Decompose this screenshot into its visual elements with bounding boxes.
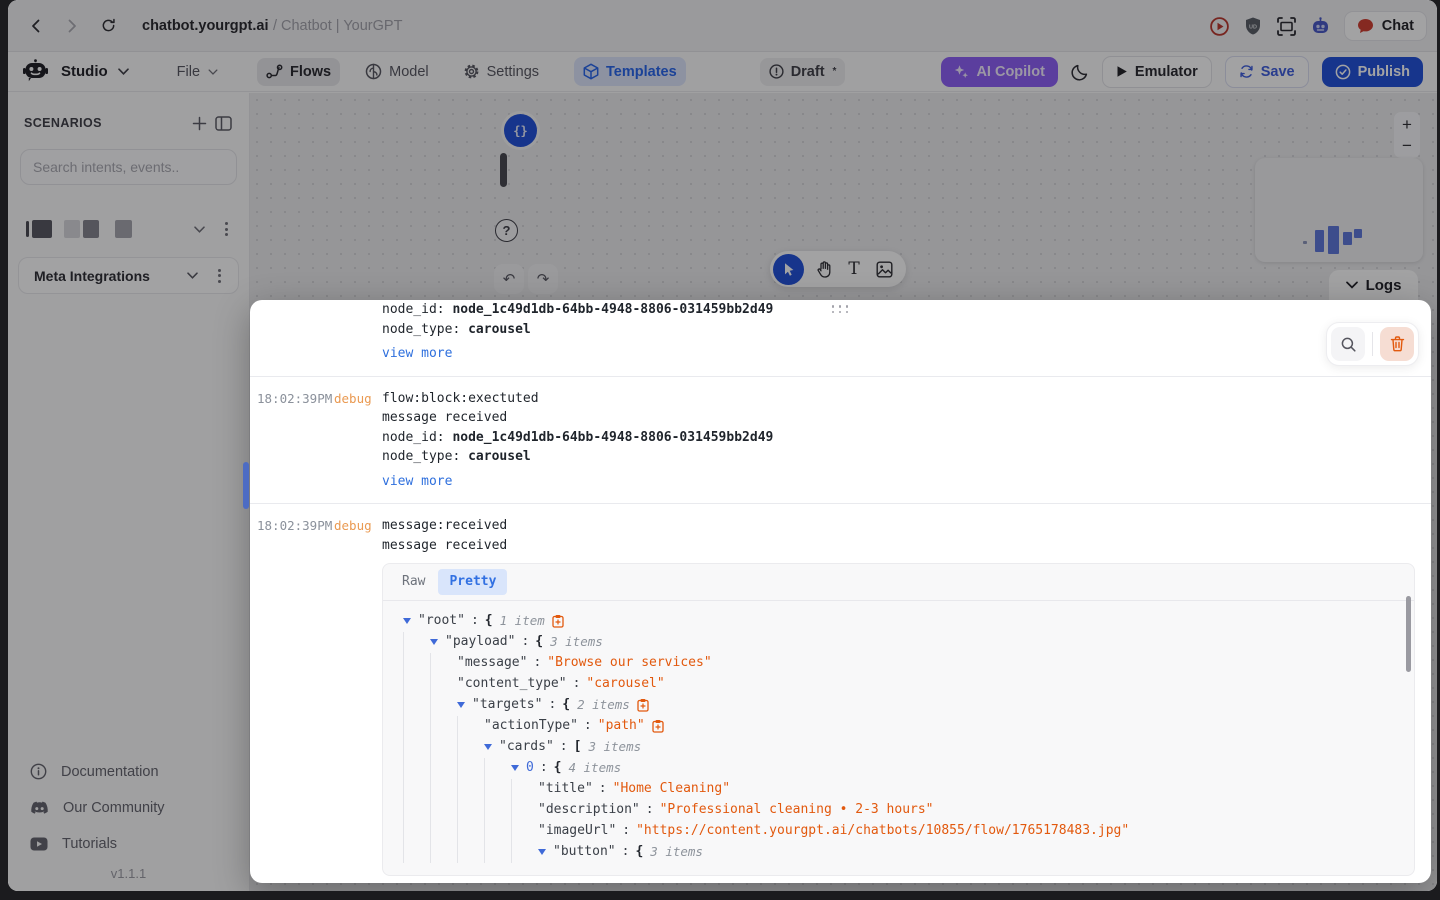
indent-guide xyxy=(403,653,430,674)
tab-raw[interactable]: Raw xyxy=(391,569,436,595)
indent-guide xyxy=(484,821,511,842)
indent-guide xyxy=(457,737,484,758)
indent-guide xyxy=(484,842,511,863)
log-level: debug xyxy=(334,516,382,883)
collapse-arrow-icon[interactable] xyxy=(430,639,438,645)
json-row: "imageUrl":"https://content.yourgpt.ai/c… xyxy=(389,821,1408,842)
log-time: 18:02:39PM xyxy=(250,389,334,492)
indent-guide xyxy=(403,695,430,716)
json-viewer-tabs: Raw Pretty xyxy=(383,564,1414,601)
json-scrollbar[interactable] xyxy=(1406,596,1411,672)
indent-guide xyxy=(484,758,511,779)
json-row[interactable]: "targets":{2 items xyxy=(389,695,1408,716)
indent-guide xyxy=(430,779,457,800)
indent-guide xyxy=(403,779,430,800)
collapse-arrow-icon[interactable] xyxy=(457,702,465,708)
panel-resize-handle[interactable] xyxy=(243,462,249,509)
collapse-arrow-icon[interactable] xyxy=(484,744,492,750)
indent-guide xyxy=(403,821,430,842)
indent-guide xyxy=(511,779,538,800)
json-row[interactable]: "payload":{3 items xyxy=(389,632,1408,653)
logs-actions xyxy=(1326,322,1419,366)
json-tree: "root":{1 item"payload":{3 items"message… xyxy=(383,601,1414,875)
json-row[interactable]: "button":{3 items xyxy=(389,842,1408,863)
indent-guide xyxy=(403,716,430,737)
indent-guide xyxy=(430,842,457,863)
logs-panel: node_id: node_1c49d1db-64bb-4948-8806-03… xyxy=(250,300,1431,883)
json-row: "actionType":"path" xyxy=(389,716,1408,737)
collapse-arrow-icon[interactable] xyxy=(511,765,519,771)
indent-guide xyxy=(403,632,430,653)
indent-guide xyxy=(403,674,430,695)
log-content: flow:block:exectuted message received no… xyxy=(382,389,1431,492)
indent-guide xyxy=(457,779,484,800)
indent-guide xyxy=(403,758,430,779)
indent-guide xyxy=(511,842,538,863)
collapse-arrow-icon[interactable] xyxy=(538,849,546,855)
copy-icon[interactable] xyxy=(552,614,564,628)
search-logs-button[interactable] xyxy=(1331,327,1365,361)
indent-guide xyxy=(430,758,457,779)
indent-guide xyxy=(403,842,430,863)
log-level xyxy=(334,300,382,364)
log-entries: node_id: node_1c49d1db-64bb-4948-8806-03… xyxy=(250,300,1431,883)
indent-guide xyxy=(403,737,430,758)
log-level: debug xyxy=(334,389,382,492)
browser-window: chatbot.yourgpt.ai / Chatbot | YourGPT U… xyxy=(8,0,1437,891)
indent-guide xyxy=(484,800,511,821)
collapse-arrow-icon[interactable] xyxy=(403,618,411,624)
indent-guide xyxy=(511,821,538,842)
view-less-link[interactable]: view less xyxy=(382,881,452,884)
json-row: "message":"Browse our services" xyxy=(389,653,1408,674)
log-entry[interactable]: 18:02:39PM debug flow:block:exectuted me… xyxy=(250,377,1431,505)
log-content: message:received message received Raw Pr… xyxy=(382,516,1431,883)
indent-guide xyxy=(430,821,457,842)
log-entry[interactable]: 18:02:39PM debug message:received messag… xyxy=(250,504,1431,883)
indent-guide xyxy=(511,800,538,821)
search-icon xyxy=(1341,337,1356,352)
json-row[interactable]: "root":{1 item xyxy=(389,611,1408,632)
json-row: "content_type":"carousel" xyxy=(389,674,1408,695)
indent-guide xyxy=(430,695,457,716)
log-content: node_id: node_1c49d1db-64bb-4948-8806-03… xyxy=(382,300,1431,364)
indent-guide xyxy=(430,737,457,758)
log-time xyxy=(250,300,334,364)
indent-guide xyxy=(457,758,484,779)
indent-guide xyxy=(430,716,457,737)
json-row: "title":"Home Cleaning" xyxy=(389,779,1408,800)
indent-guide xyxy=(430,674,457,695)
view-more-link[interactable]: view more xyxy=(382,344,452,364)
trash-icon xyxy=(1390,336,1405,352)
copy-icon[interactable] xyxy=(652,719,664,733)
json-row[interactable]: "cards":[3 items xyxy=(389,737,1408,758)
log-time: 18:02:39PM xyxy=(250,516,334,883)
indent-guide xyxy=(457,842,484,863)
json-viewer: Raw Pretty "root":{1 item"payload":{3 it… xyxy=(382,563,1415,876)
indent-guide xyxy=(403,800,430,821)
clear-logs-button[interactable] xyxy=(1380,327,1414,361)
indent-guide xyxy=(430,800,457,821)
json-row: "description":"Professional cleaning • 2… xyxy=(389,800,1408,821)
indent-guide xyxy=(484,779,511,800)
divider xyxy=(1372,332,1373,356)
screen: chatbot.yourgpt.ai / Chatbot | YourGPT U… xyxy=(0,0,1440,900)
indent-guide xyxy=(430,653,457,674)
json-row[interactable]: 0:{4 items xyxy=(389,758,1408,779)
indent-guide xyxy=(457,800,484,821)
drag-handle-icon[interactable] xyxy=(832,305,850,313)
copy-icon[interactable] xyxy=(637,698,649,712)
view-more-link[interactable]: view more xyxy=(382,472,452,492)
indent-guide xyxy=(457,716,484,737)
indent-guide xyxy=(457,821,484,842)
tab-pretty[interactable]: Pretty xyxy=(438,569,507,595)
